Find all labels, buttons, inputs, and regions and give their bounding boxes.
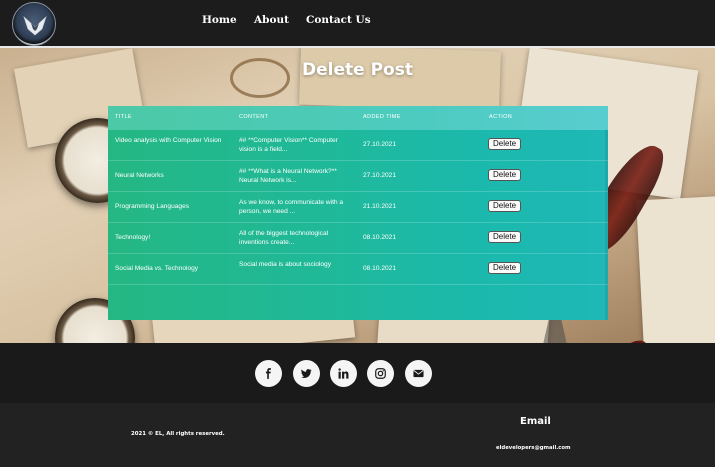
table-row: Programming Languages As we know, to com… (108, 192, 608, 223)
table-row: Technology! All of the biggest technolog… (108, 223, 608, 254)
linkedin-button[interactable] (330, 360, 357, 387)
instagram-icon (375, 368, 386, 379)
column-header-content: Content (239, 114, 269, 120)
post-content: ## **What is a Neural Network?** Neural … (239, 168, 337, 184)
post-title: Social Media vs. Technology (115, 265, 199, 272)
column-header-title: Title (115, 114, 132, 120)
footer: 2021 © EL, All rights reserved. Email el… (0, 403, 715, 467)
post-content: ## **Computer Vision** Computer vision i… (239, 137, 338, 153)
column-header-added-time: Added Time (363, 114, 401, 120)
delete-button[interactable]: Delete (488, 231, 522, 243)
email-heading: Email (520, 416, 551, 427)
table-header: Title Content Added Time Action (108, 106, 608, 130)
post-title: Neural Networks (115, 172, 164, 179)
twitter-icon (301, 369, 312, 378)
post-added-time: 27.10.2021 (363, 172, 397, 179)
post-added-time: 27.10.2021 (363, 141, 397, 148)
nav-contact-link[interactable]: Contact Us (306, 14, 371, 26)
site-logo[interactable] (12, 2, 56, 46)
post-title: Video analysis with Computer Vision (115, 137, 222, 144)
column-header-action: Action (489, 114, 513, 120)
email-button[interactable] (405, 360, 432, 387)
post-added-time: 21.10.2021 (363, 203, 397, 210)
delete-button[interactable]: Delete (488, 200, 522, 212)
shield-hawk-logo-icon (23, 16, 47, 36)
post-title: Programming Languages (115, 203, 190, 210)
hero-section: Delete Post Title Content Added Time Act… (0, 48, 715, 343)
page-title: Delete Post (302, 60, 413, 80)
post-added-time: 08.10.2021 (363, 265, 397, 272)
table-row: Video analysis with Computer Vision ## *… (108, 130, 608, 161)
email-address-link[interactable]: eldevelopers@gmail.com (496, 445, 571, 451)
nav-home-link[interactable]: Home (202, 14, 237, 26)
post-content: Social media is about sociology (239, 261, 331, 268)
table-body[interactable]: Video analysis with Computer Vision ## *… (108, 130, 608, 285)
instagram-button[interactable] (367, 360, 394, 387)
delete-button[interactable]: Delete (488, 169, 522, 181)
post-title: Technology! (115, 234, 151, 241)
linkedin-icon (338, 368, 349, 379)
posts-table: Title Content Added Time Action Video an… (108, 106, 608, 320)
post-content: All of the biggest technological inventi… (239, 230, 329, 246)
facebook-button[interactable] (255, 360, 282, 387)
post-added-time: 08.10.2021 (363, 234, 397, 241)
background-paper (636, 195, 715, 343)
copyright-text: 2021 © EL, All rights reserved. (131, 431, 225, 437)
twitter-button[interactable] (293, 360, 320, 387)
envelope-icon (413, 369, 424, 378)
table-row: Social Media vs. Technology Social media… (108, 254, 608, 285)
delete-button[interactable]: Delete (488, 262, 522, 274)
navbar: Home About Contact Us (0, 0, 715, 46)
table-row: Neural Networks ## **What is a Neural Ne… (108, 161, 608, 192)
delete-button[interactable]: Delete (488, 138, 522, 150)
table-scrollbar[interactable] (605, 130, 608, 320)
facebook-icon (265, 368, 271, 379)
post-content: As we know, to communicate with a person… (239, 199, 344, 215)
social-bar (0, 343, 715, 403)
nav-about-link[interactable]: About (254, 14, 289, 26)
